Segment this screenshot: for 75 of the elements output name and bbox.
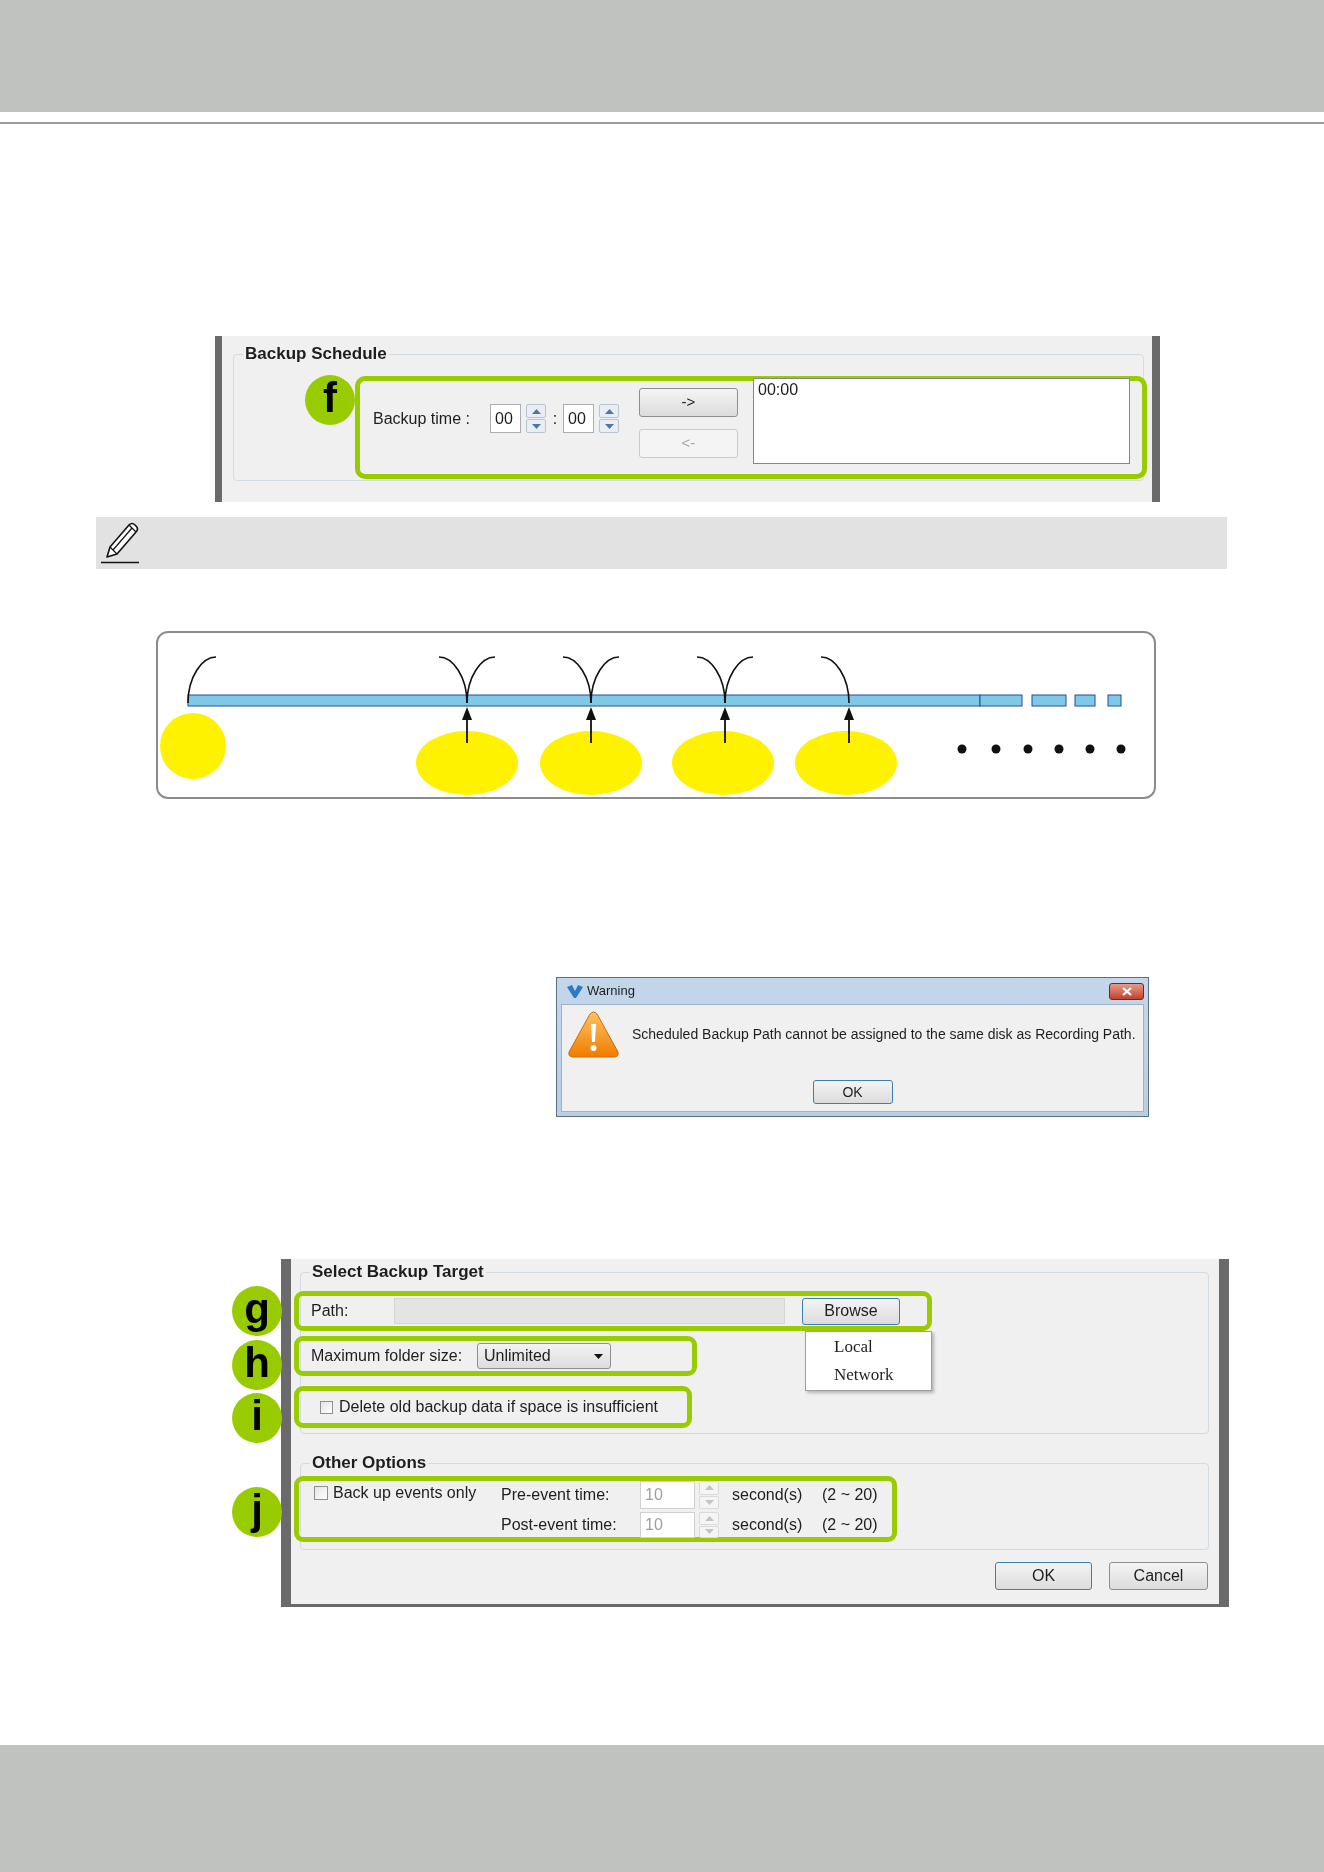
time-list[interactable]: 00:00 <box>753 378 1130 464</box>
caret-up-icon <box>704 1485 714 1491</box>
callout-badge: g <box>232 1286 282 1336</box>
ok-button[interactable]: OK <box>812 1080 893 1104</box>
ellipsis-dot <box>1116 744 1126 754</box>
browse-button[interactable]: Browse <box>802 1297 900 1325</box>
menu-item[interactable]: Local <box>806 1333 931 1361</box>
size-dropdown[interactable]: Unlimited <box>477 1343 611 1369</box>
caret-down-icon <box>704 1499 714 1505</box>
spin-down-button[interactable] <box>526 419 546 433</box>
list-item[interactable]: 00:00 <box>758 380 1125 399</box>
timeline-segment <box>979 694 1023 707</box>
bracket-arc <box>187 656 217 704</box>
checkbox[interactable] <box>320 1400 333 1414</box>
unit-label: second(s) <box>732 1485 804 1505</box>
arrow <box>462 707 472 744</box>
arrow <box>586 707 596 744</box>
spin-up-button[interactable] <box>599 404 619 418</box>
checkbox-label[interactable]: Back up events only <box>333 1484 477 1502</box>
group-title: Backup Schedule <box>243 344 389 364</box>
range-label: (2 ~ 20) <box>822 1515 878 1535</box>
pencil-icon <box>101 522 141 564</box>
caret-down-icon <box>531 423 541 429</box>
caret-up-icon <box>531 408 541 414</box>
ellipsis-dot <box>957 744 967 754</box>
window-title: Warning <box>587 982 635 1001</box>
caret-up-icon <box>604 408 614 414</box>
menu-item[interactable]: Network <box>806 1361 931 1389</box>
minute-field[interactable]: 00 <box>563 404 594 433</box>
hour-field[interactable]: 00 <box>490 404 521 433</box>
path-field[interactable] <box>394 1298 785 1324</box>
arrow <box>844 707 854 744</box>
caret-down-icon <box>704 1529 714 1535</box>
field-label: Path: <box>311 1301 350 1321</box>
spin-down-button[interactable] <box>599 419 619 433</box>
ellipsis-dot <box>1023 744 1033 754</box>
unit-label: second(s) <box>732 1515 804 1535</box>
ellipsis-dot <box>1085 744 1095 754</box>
bracket-arc <box>820 656 850 704</box>
callout-badge: h <box>232 1340 282 1390</box>
spin-up-button[interactable] <box>526 404 546 418</box>
checkbox-label[interactable]: Delete old backup data if space is insufficient <box>339 1395 658 1419</box>
close-icon <box>1121 986 1132 996</box>
close-button[interactable] <box>1109 982 1144 1000</box>
arrow <box>720 707 730 744</box>
bracket-arc <box>466 656 496 704</box>
field-label: Backup time : <box>373 408 471 429</box>
timeline-segment <box>1107 694 1122 707</box>
dialog-message: Scheduled Backup Path cannot be assigned to the same disk as Recording Path. <box>632 1025 1136 1044</box>
timeline-segment <box>1031 694 1067 707</box>
bracket-arc <box>724 656 754 704</box>
callout-badge: j <box>232 1487 282 1537</box>
callout-badge: i <box>232 1393 282 1443</box>
ellipsis-dot <box>991 744 1001 754</box>
caret-up-icon <box>704 1515 714 1521</box>
ellipsis-dot <box>1054 744 1064 754</box>
caret-down-icon <box>604 423 614 429</box>
ok-button[interactable]: OK <box>995 1562 1092 1590</box>
timeline-segment <box>1074 694 1096 707</box>
callout-badge: f <box>305 375 355 425</box>
caret-down-icon <box>594 1353 603 1359</box>
checkbox[interactable] <box>314 1486 328 1500</box>
field-label: Pre-event time: <box>501 1485 611 1505</box>
chevron-logo-icon <box>567 984 583 998</box>
group-title: Other Options <box>310 1453 429 1473</box>
warning-icon <box>568 1011 619 1058</box>
group-title: Select Backup Target <box>310 1262 486 1282</box>
marker-circle <box>160 713 226 779</box>
bracket-arc <box>590 656 620 704</box>
cancel-button[interactable]: Cancel <box>1109 1562 1208 1590</box>
range-label: (2 ~ 20) <box>822 1485 878 1505</box>
field-label: Maximum folder size: <box>311 1346 464 1366</box>
add-time-button[interactable]: -> <box>639 388 738 417</box>
time-separator: : <box>551 408 559 429</box>
field-label: Post-event time: <box>501 1515 618 1535</box>
